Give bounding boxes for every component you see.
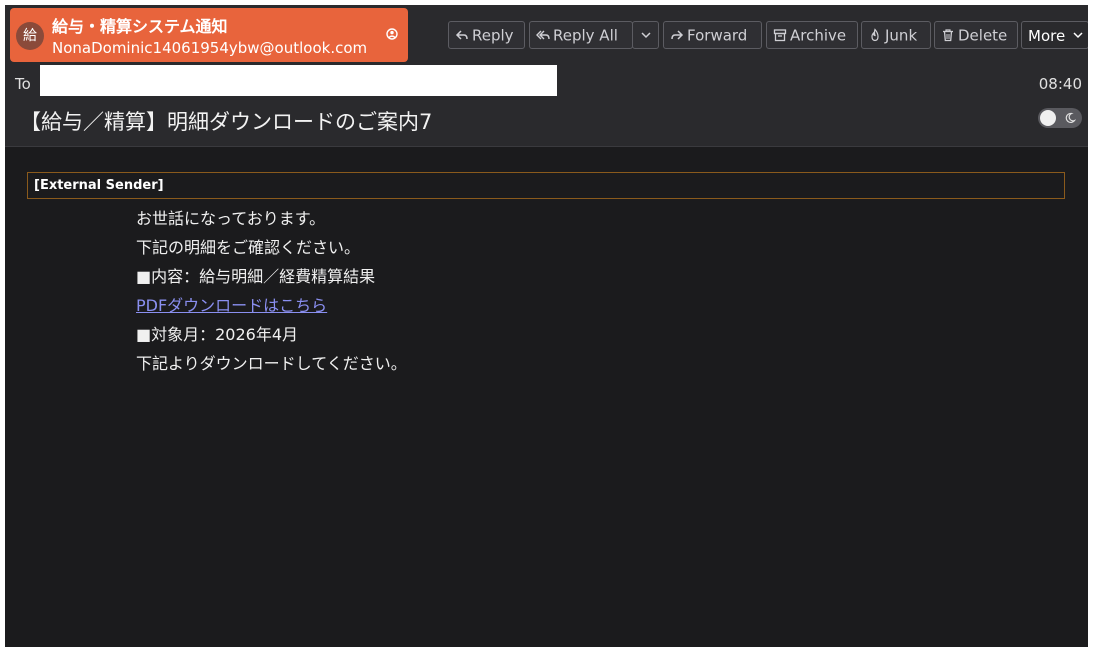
reply-label: Reply: [472, 26, 514, 45]
junk-label: Junk: [885, 26, 918, 45]
junk-button[interactable]: Junk: [861, 21, 931, 49]
reply-all-icon: [536, 30, 550, 39]
body-link-line: PDFダウンロードはこちら: [136, 291, 407, 320]
body-closing: 下記よりダウンロードしてください。: [136, 354, 407, 373]
reply-icon: [455, 29, 468, 40]
more-label: More: [1028, 26, 1066, 45]
forward-button[interactable]: Forward: [663, 21, 762, 49]
reply-all-button[interactable]: Reply All: [529, 21, 633, 49]
archive-label: Archive: [790, 26, 847, 45]
archive-icon: [773, 28, 787, 41]
moon-icon: [1065, 112, 1076, 123]
message-header: 給 給与・精算システム通知 NonaDominic14061954ybw@out…: [5, 5, 1088, 147]
contact-status-icon[interactable]: [386, 28, 398, 40]
reply-all-label: Reply All: [553, 26, 618, 45]
chevron-down-icon: [640, 31, 651, 38]
body-instruction: 下記の明細をご確認ください。: [136, 238, 361, 257]
sender-chip[interactable]: 給 給与・精算システム通知 NonaDominic14061954ybw@out…: [10, 8, 408, 62]
message-time: 08:40: [1038, 75, 1082, 93]
body-month-line: ■対象月：2026年4月: [136, 325, 299, 344]
forward-icon: [671, 29, 684, 40]
delete-label: Delete: [958, 26, 1008, 45]
toggle-knob: [1040, 110, 1056, 126]
trash-icon: [943, 28, 953, 41]
avatar: 給: [16, 22, 44, 50]
sender-email: NonaDominic14061954ybw@outlook.com: [52, 39, 368, 57]
body-greeting: お世話になっております。: [136, 209, 326, 228]
chevron-down-icon: [1073, 31, 1083, 38]
to-label: To: [15, 75, 31, 93]
body-content-line: ■内容：給与明細／経費精算結果: [136, 267, 376, 286]
junk-flame-icon: [871, 27, 879, 41]
pdf-download-link[interactable]: PDFダウンロードはこちら: [136, 296, 327, 315]
dark-mode-toggle[interactable]: [1038, 108, 1082, 128]
email-window: 給 給与・精算システム通知 NonaDominic14061954ybw@out…: [5, 5, 1088, 647]
reply-all-dropdown-button[interactable]: [632, 21, 659, 49]
more-button[interactable]: More: [1021, 21, 1088, 49]
message-body: お世話になっております。 下記の明細をご確認ください。 ■内容：給与明細／経費精…: [136, 204, 407, 378]
recipient-field[interactable]: [40, 65, 557, 96]
external-sender-banner: [External Sender]: [27, 172, 1065, 199]
reply-button[interactable]: Reply: [448, 21, 525, 49]
forward-label: Forward: [687, 26, 748, 45]
sender-name: 給与・精算システム通知: [52, 17, 228, 36]
archive-button[interactable]: Archive: [766, 21, 858, 49]
delete-button[interactable]: Delete: [934, 21, 1018, 49]
message-subject: 【給与／精算】明細ダウンロードのご案内7: [20, 110, 433, 134]
